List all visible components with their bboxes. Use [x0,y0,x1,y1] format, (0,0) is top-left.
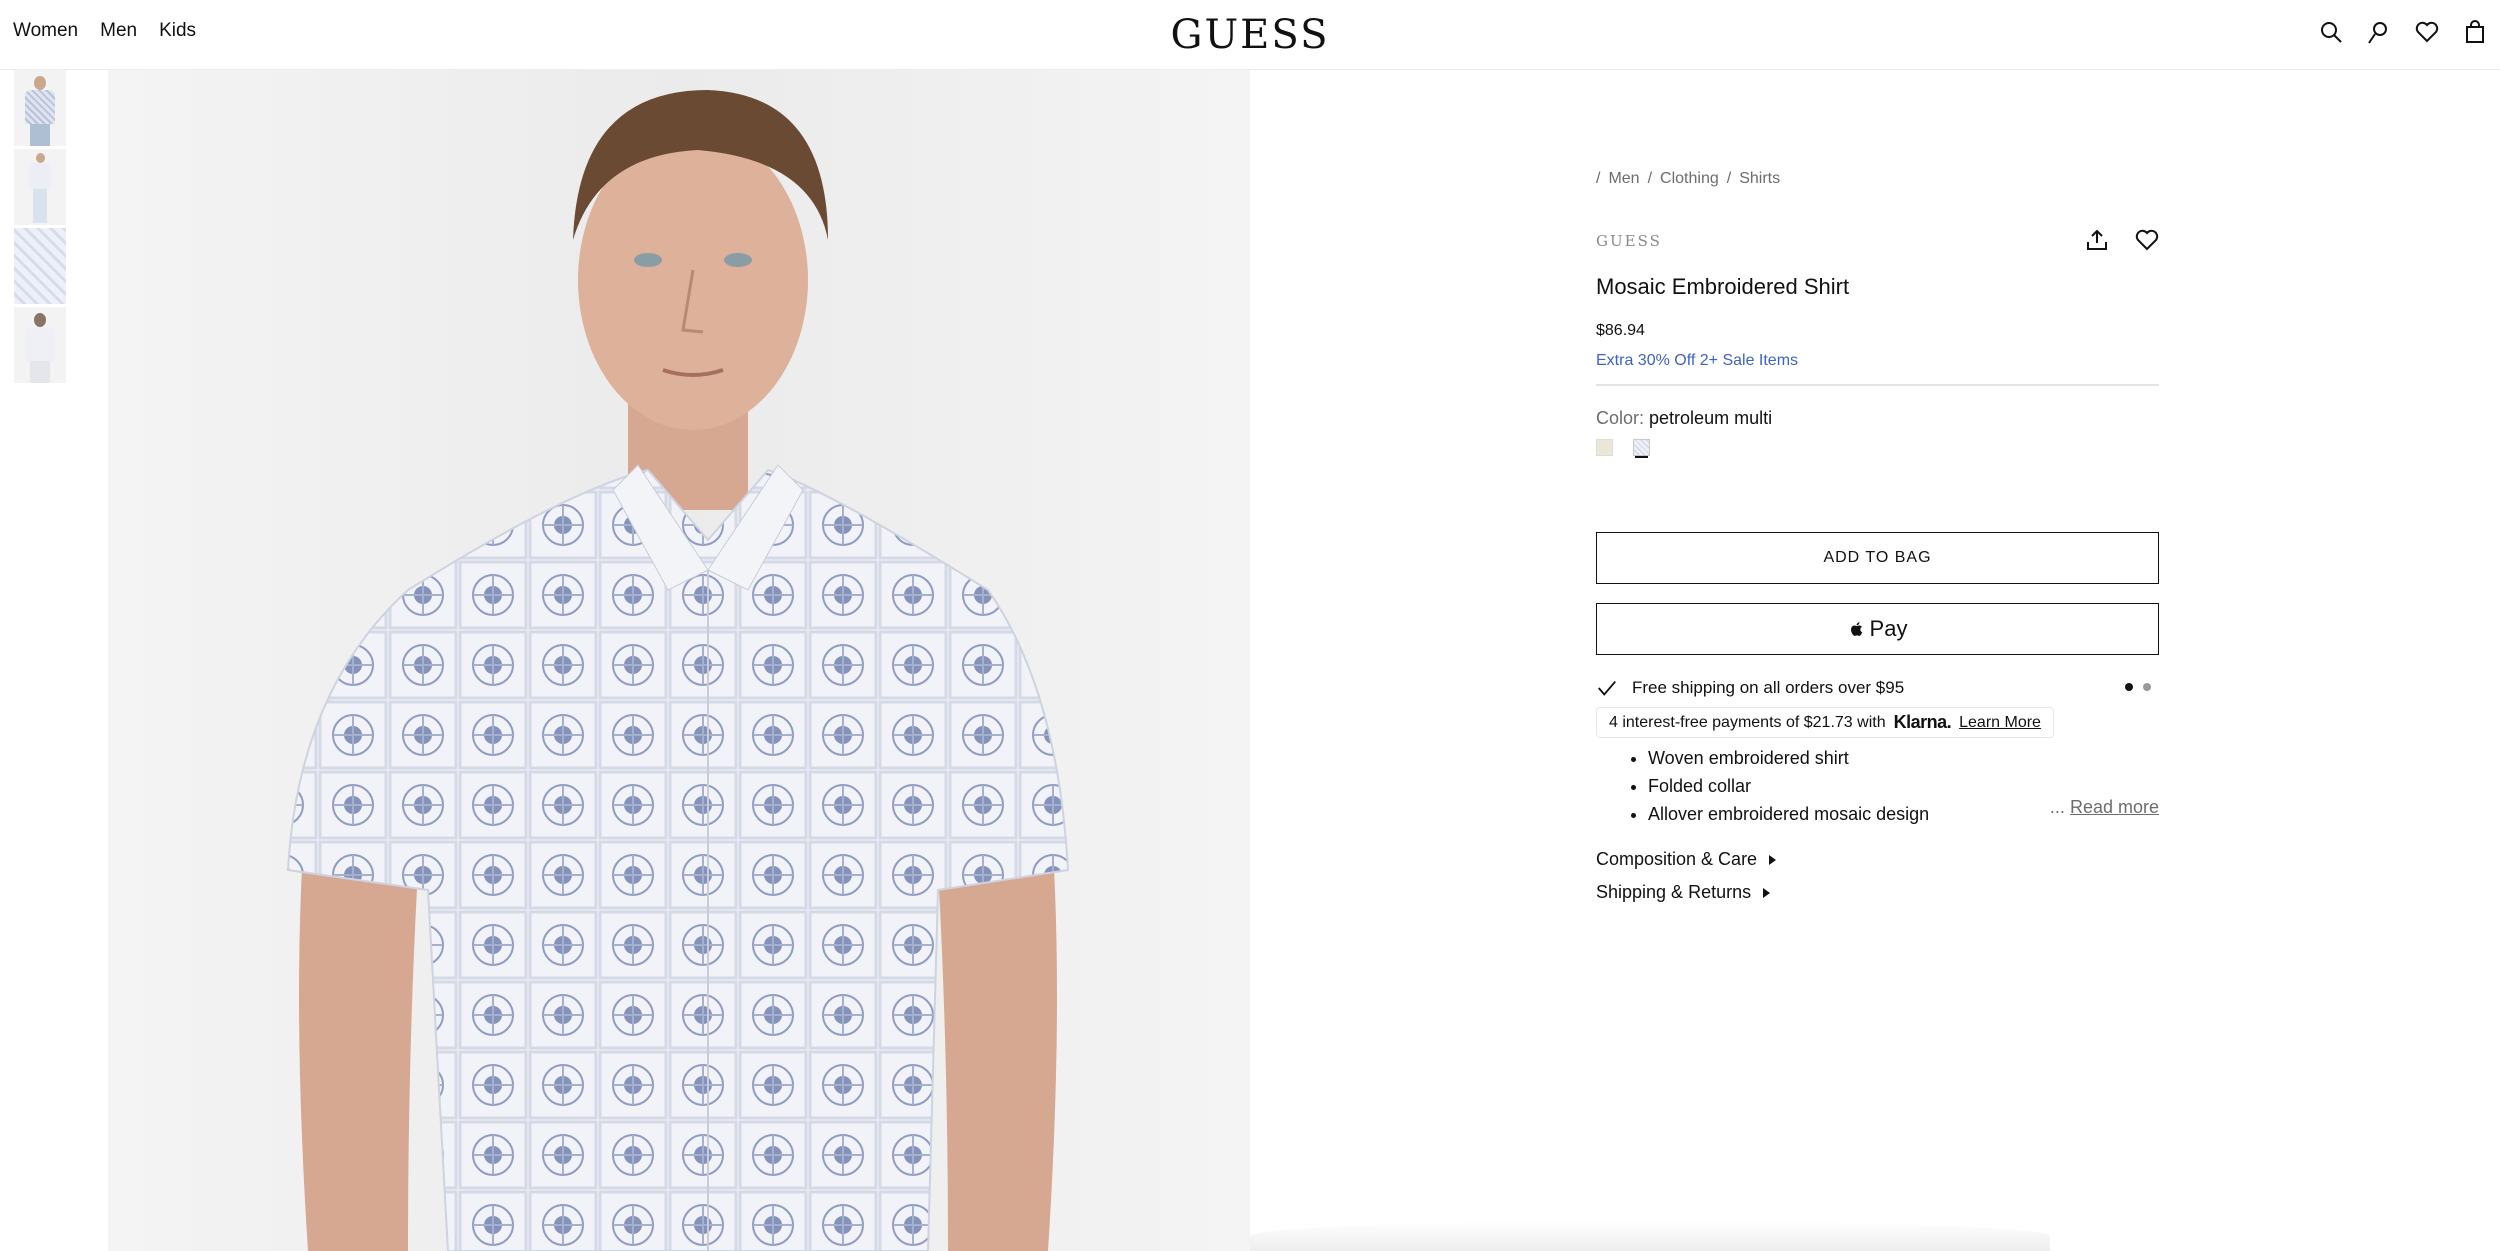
product-actions [2085,228,2159,252]
feature-item: Woven embroidered shirt [1648,748,2159,769]
main-nav: Women Men Kids [13,20,196,42]
wishlist-icon[interactable] [2415,20,2439,44]
thumbnail-4[interactable] [14,307,66,383]
klarna-learn-more-link[interactable]: Learn More [1959,714,2041,732]
search-icon[interactable] [2319,20,2343,44]
apple-logo-icon [1850,622,1862,636]
accordion: Composition & Care Shipping & Returns [1596,843,2159,909]
color-value: petroleum multi [1649,408,1773,428]
expand-arrow-icon [1769,854,1777,865]
thumbnail-1[interactable] [14,70,66,146]
breadcrumb-clothing[interactable]: Clothing [1660,170,1719,188]
banner-dot-2[interactable] [2143,683,2151,691]
add-to-bag-button[interactable]: ADD TO BAG [1596,532,2159,584]
model-illustration [108,70,1250,1251]
nav-kids[interactable]: Kids [159,20,196,42]
product-panel: / Men / Clothing / Shirts GUESS Mosaic E… [1596,170,2159,909]
breadcrumb: / Men / Clothing / Shirts [1596,170,2159,188]
check-icon [1598,680,1616,696]
accordion-label: Shipping & Returns [1596,882,1752,902]
brand-row: GUESS [1596,229,2159,256]
feature-item: Folded collar [1648,776,2159,797]
divider [1596,384,2159,386]
banner-dots [2125,683,2151,691]
thumbnail-list [14,70,66,386]
shipping-text: Free shipping on all orders over $95 [1632,678,1905,697]
thumbnail-2[interactable] [14,149,66,225]
wishlist-heart-icon[interactable] [2135,228,2159,252]
site-header: Women Men Kids GUESS [0,0,2500,70]
read-more-ellipsis: ... [2049,797,2065,817]
breadcrumb-separator: / [1647,170,1653,187]
color-label: Color: [1596,408,1645,428]
klarna-logo: Klarna. [1893,712,1952,732]
banner-dot-1[interactable] [2125,683,2133,691]
color-swatch-petroleum-multi[interactable] [1633,439,1650,456]
promo-link[interactable]: Extra 30% Off 2+ Sale Items [1596,352,1798,370]
nav-women[interactable]: Women [13,20,78,42]
brand-name: GUESS [1596,232,1662,250]
breadcrumb-separator: / [1726,170,1732,187]
accordion-composition-care[interactable]: Composition & Care [1596,843,2159,876]
apple-pay-button[interactable]: Pay [1596,603,2159,655]
klarna-banner: 4 interest-free payments of $21.73 with … [1596,707,2054,738]
feature-list: Woven embroidered shirt Folded collar Al… [1596,748,2159,825]
color-selector: Color: petroleum multi [1596,408,2159,429]
account-icon[interactable] [2367,20,2391,44]
breadcrumb-separator: / [1596,170,1601,187]
accordion-label: Composition & Care [1596,849,1758,869]
bag-icon[interactable] [2463,20,2487,44]
guess-logo[interactable]: GUESS [1171,12,1330,58]
apple-pay-label: Pay [1869,616,1908,641]
color-swatches [1596,439,2159,456]
nav-men[interactable]: Men [100,20,137,42]
color-swatch-beige[interactable] [1596,439,1613,456]
thumbnail-3[interactable] [14,228,66,304]
shipping-banner: Free shipping on all orders over $95 [1596,677,2159,699]
accordion-shipping-returns[interactable]: Shipping & Returns [1596,876,2159,909]
expand-arrow-icon [1763,887,1771,898]
product-price: $86.94 [1596,322,1645,339]
share-icon[interactable] [2085,228,2109,252]
breadcrumb-men[interactable]: Men [1608,170,1639,188]
read-more: ... Read more [2050,797,2159,818]
bottom-shadow [1250,1221,2050,1251]
product-title: Mosaic Embroidered Shirt [1596,274,1850,299]
read-more-link[interactable]: Read more [2070,797,2159,817]
klarna-text: 4 interest-free payments of $21.73 with [1609,713,1886,731]
breadcrumb-shirts[interactable]: Shirts [1739,170,1780,188]
product-main-image[interactable] [108,70,1250,1251]
header-icons [2319,20,2487,44]
